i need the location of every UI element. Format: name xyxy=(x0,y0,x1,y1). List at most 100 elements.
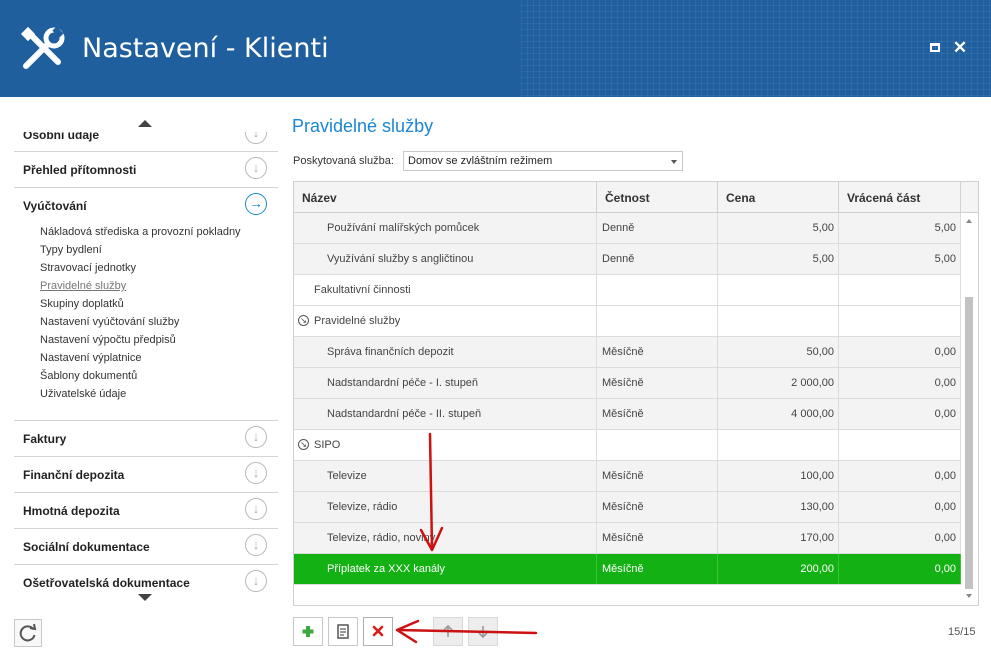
cell-returned xyxy=(839,306,961,336)
sidebar-header-vyuctovani[interactable]: Vyúčtování → xyxy=(14,188,278,223)
sidebar-item-sablony-dokumentu[interactable]: Šablony dokumentů xyxy=(40,367,278,385)
sidebar-item-nastaveni-vyuctovani-sluzby[interactable]: Nastavení vyúčtování služby xyxy=(40,313,278,331)
arrow-down-circle-icon: ↓ xyxy=(245,462,267,484)
cell-name: Nadstandardní péče - II. stupeň xyxy=(294,399,597,429)
group-row[interactable]: ↘ Pravidelné služby xyxy=(294,306,961,337)
sidebar-nav: Osobní údaje ↓ Přehled přítomnosti ↓ Vyú… xyxy=(14,132,278,592)
cell-name: Televize xyxy=(294,461,597,491)
cell-returned: 5,00 xyxy=(839,213,961,243)
plus-icon xyxy=(302,626,314,637)
sidebar: Osobní údaje ↓ Přehled přítomnosti ↓ Vyú… xyxy=(14,112,278,607)
column-header-vracena-cast[interactable]: Vrácená část xyxy=(839,182,961,213)
sidebar-item-pravidelne-sluzby[interactable]: Pravidelné služby xyxy=(40,277,278,295)
table-row[interactable]: Televize, rádio, noviny Měsíčně 170,00 0… xyxy=(294,523,961,554)
service-select-value: Domov se zvláštním režimem xyxy=(408,155,553,167)
collapse-arrow-icon[interactable]: ↘ xyxy=(298,439,309,450)
add-button[interactable] xyxy=(293,617,323,646)
cell-price: 130,00 xyxy=(718,492,839,522)
table-row[interactable]: Správa finančních depozit Měsíčně 50,00 … xyxy=(294,337,961,368)
cell-returned xyxy=(839,430,961,460)
delete-button[interactable] xyxy=(363,617,393,646)
sidebar-section-label: Finanční depozita xyxy=(23,468,125,482)
cell-frequency: Měsíčně xyxy=(597,337,718,367)
collapse-arrow-icon[interactable]: ↘ xyxy=(298,315,309,326)
table-row[interactable]: Televize Měsíčně 100,00 0,00 xyxy=(294,461,961,492)
sidebar-item-typy-bydleni[interactable]: Typy bydlení xyxy=(40,241,278,259)
table-row[interactable]: Nadstandardní péče - II. stupeň Měsíčně … xyxy=(294,399,961,430)
cell-price: 170,00 xyxy=(718,523,839,553)
sidebar-item-nakladova-strediska[interactable]: Nákladová střediska a provozní pokladny xyxy=(40,223,278,241)
sidebar-section-vyuctovani: Vyúčtování → Nákladová střediska a provo… xyxy=(14,187,278,403)
cell-returned: 0,00 xyxy=(839,523,961,553)
sidebar-header-financni-depozita[interactable]: Finanční depozita ↓ xyxy=(14,457,278,492)
column-header-nazev[interactable]: Název xyxy=(294,182,597,213)
column-header-cena[interactable]: Cena xyxy=(718,182,839,213)
scroll-up-icon[interactable] xyxy=(966,219,972,223)
cell-price: 5,00 xyxy=(718,244,839,274)
group-label: Pravidelné služby xyxy=(314,315,401,327)
title-bar: Nastavení - Klienti ✕ xyxy=(0,0,991,97)
sidebar-item-uzivatelske-udaje[interactable]: Uživatelské údaje xyxy=(40,385,278,403)
cell-returned: 0,00 xyxy=(839,492,961,522)
cell-returned: 5,00 xyxy=(839,244,961,274)
refresh-button[interactable] xyxy=(14,619,42,647)
edit-button[interactable] xyxy=(328,617,358,646)
refresh-icon xyxy=(19,623,37,642)
table-row-selected[interactable]: Příplatek za XXX kanály Měsíčně 200,00 0… xyxy=(294,554,961,585)
group-label: SIPO xyxy=(314,439,341,451)
sidebar-header-hmotna-depozita[interactable]: Hmotná depozita ↓ xyxy=(14,493,278,528)
cell-name: ↘ Pravidelné služby xyxy=(294,306,597,336)
page-title: Pravidelné služby xyxy=(292,116,434,136)
sidebar-section-label: Vyúčtování xyxy=(23,199,87,213)
sidebar-section-label: Faktury xyxy=(23,432,67,446)
move-down-button[interactable] xyxy=(468,617,498,646)
service-select[interactable]: Domov se zvláštním režimem xyxy=(403,151,683,171)
cell-price: 5,00 xyxy=(718,213,839,243)
group-row[interactable]: ↘ SIPO xyxy=(294,430,961,461)
close-icon[interactable]: ✕ xyxy=(952,39,968,56)
grid-scrollbar[interactable] xyxy=(961,213,978,605)
cell-frequency: Měsíčně xyxy=(597,368,718,398)
cell-price: 50,00 xyxy=(718,337,839,367)
column-header-cetnost[interactable]: Četnost xyxy=(597,182,718,213)
arrow-down-circle-icon: ↓ xyxy=(245,498,267,520)
sidebar-section-financni-depozita: Finanční depozita ↓ xyxy=(14,456,278,492)
cell-returned xyxy=(839,275,961,305)
delete-x-icon xyxy=(372,625,384,637)
grid-header: Název Četnost Cena Vrácená část xyxy=(294,182,978,213)
sidebar-header-faktury[interactable]: Faktury ↓ xyxy=(14,421,278,456)
sidebar-header-socialni-dokumentace[interactable]: Sociální dokumentace ↓ xyxy=(14,529,278,564)
sidebar-section-osetrovatelska-dokumentace: Ošetřovatelská dokumentace ↓ xyxy=(14,564,278,592)
grid-rows: Používání malířských pomůcek Denně 5,00 … xyxy=(294,213,961,585)
sidebar-item-nastaveni-vyplatnice[interactable]: Nastavení výplatnice xyxy=(40,349,278,367)
chevron-down-icon xyxy=(671,160,677,164)
maximize-icon[interactable] xyxy=(927,40,943,56)
scroll-down-icon[interactable] xyxy=(966,594,972,598)
arrow-down-icon xyxy=(478,626,488,639)
window-title: Nastavení - Klienti xyxy=(82,33,329,64)
scrollbar-thumb[interactable] xyxy=(965,297,973,589)
arrow-down-circle-icon: ↓ xyxy=(245,132,267,144)
sidebar-header-prehled-pritomnosti[interactable]: Přehled přítomnosti ↓ xyxy=(14,152,278,187)
tools-icon xyxy=(20,26,65,69)
sidebar-header-osobni-udaje[interactable]: Osobní údaje ↓ xyxy=(14,132,278,152)
sidebar-section-label: Sociální dokumentace xyxy=(23,540,150,554)
move-up-button[interactable] xyxy=(433,617,463,646)
sidebar-section-faktury: Faktury ↓ xyxy=(14,420,278,456)
cell-returned: 0,00 xyxy=(839,399,961,429)
sidebar-scroll-up-icon[interactable] xyxy=(138,120,152,127)
sidebar-section-hmotna-depozita: Hmotná depozita ↓ xyxy=(14,492,278,528)
table-row[interactable]: Nadstandardní péče - I. stupeň Měsíčně 2… xyxy=(294,368,961,399)
sidebar-item-nastaveni-vypoctu-predpisu[interactable]: Nastavení výpočtu předpisů xyxy=(40,331,278,349)
sidebar-header-osetrovatelska-dokumentace[interactable]: Ošetřovatelská dokumentace ↓ xyxy=(14,565,278,592)
category-row[interactable]: Fakultativní činnosti xyxy=(294,275,961,306)
cell-name: Televize, rádio, noviny xyxy=(294,523,597,553)
sidebar-item-skupiny-doplatku[interactable]: Skupiny doplatků xyxy=(40,295,278,313)
table-row[interactable]: Televize, rádio Měsíčně 130,00 0,00 xyxy=(294,492,961,523)
sidebar-scroll-down-icon[interactable] xyxy=(138,594,152,601)
table-row[interactable]: Používání malířských pomůcek Denně 5,00 … xyxy=(294,213,961,244)
cell-name: Nadstandardní péče - I. stupeň xyxy=(294,368,597,398)
table-row[interactable]: Využívání služby s angličtinou Denně 5,0… xyxy=(294,244,961,275)
cell-price: 2 000,00 xyxy=(718,368,839,398)
sidebar-item-stravovaci-jednotky[interactable]: Stravovací jednotky xyxy=(40,259,278,277)
